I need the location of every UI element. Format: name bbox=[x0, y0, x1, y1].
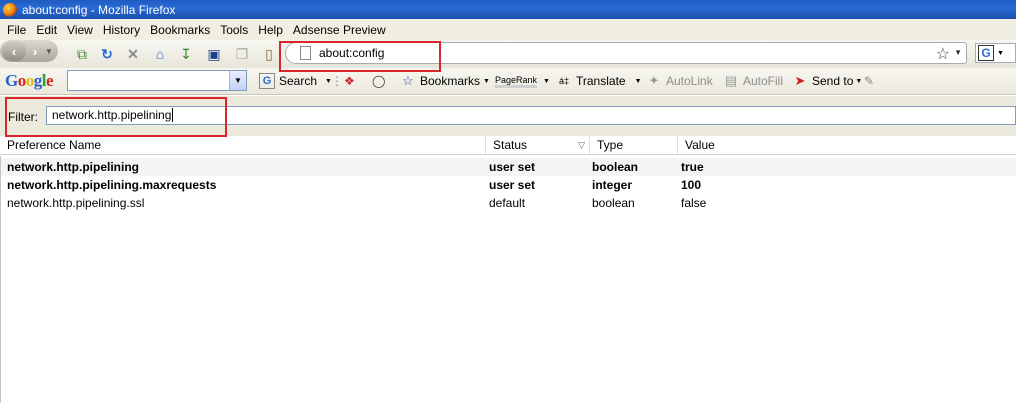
translate-dropdown-icon[interactable]: ▼ bbox=[635, 78, 642, 85]
preference-name-cell: network.http.pipelining bbox=[7, 160, 139, 174]
preference-status-cell: default bbox=[489, 196, 526, 210]
menu-adsense-preview[interactable]: Adsense Preview bbox=[288, 23, 391, 37]
back-forward-group: ‹ › ▼ bbox=[0, 40, 58, 62]
engine-dropdown-icon[interactable]: ▼ bbox=[997, 50, 1004, 57]
bookmarks-button[interactable]: ☆ Bookmarks ▼ bbox=[400, 72, 490, 90]
send-to-icon: ➤ bbox=[794, 73, 806, 88]
google-g-icon: G bbox=[259, 73, 275, 89]
bookmarks-dropdown-icon[interactable]: ▼ bbox=[483, 78, 490, 85]
forward-button[interactable]: › bbox=[26, 44, 44, 59]
paste-icon[interactable]: ▯ bbox=[259, 44, 279, 64]
preference-type-cell: integer bbox=[592, 178, 633, 192]
copy-icon[interactable]: ❐ bbox=[232, 44, 252, 64]
firefox-logo-icon bbox=[3, 2, 17, 17]
menu-bar: File Edit View History Bookmarks Tools H… bbox=[0, 19, 1016, 40]
menu-help[interactable]: Help bbox=[253, 23, 288, 37]
autolink-button[interactable]: ✦ AutoLink bbox=[646, 72, 713, 90]
preference-value-cell: 100 bbox=[681, 178, 702, 192]
table-row[interactable]: network.http.pipelining user set boolean… bbox=[1, 158, 1016, 176]
preferences-table-header: Preference Name Status ▽ Type Value bbox=[0, 136, 1016, 155]
preference-type-cell: boolean bbox=[592, 160, 639, 174]
preference-status-cell: user set bbox=[489, 160, 536, 174]
separator-icon: ⋮ bbox=[331, 74, 343, 88]
autofill-icon: ▤ bbox=[724, 73, 738, 88]
search-engine-box[interactable]: G ▼ bbox=[975, 43, 1016, 63]
table-row[interactable]: network.http.pipelining.maxrequests user… bbox=[1, 176, 1016, 194]
download-icon[interactable]: ↧ bbox=[176, 44, 196, 64]
window-title: about:config - Mozilla Firefox bbox=[22, 2, 176, 17]
autolink-wand-icon: ✦ bbox=[648, 73, 660, 88]
url-highlight-box bbox=[279, 41, 441, 72]
google-logo[interactable]: Google bbox=[5, 71, 54, 91]
google-engine-icon[interactable]: G bbox=[978, 45, 994, 61]
menu-bookmarks[interactable]: Bookmarks bbox=[145, 23, 215, 37]
stop-icon[interactable]: ✕ bbox=[123, 44, 143, 64]
column-header-status-label: Status bbox=[493, 138, 528, 152]
history-dropdown-icon[interactable]: ▼ bbox=[44, 47, 54, 56]
pagerank-dropdown-icon[interactable]: ▼ bbox=[543, 78, 550, 85]
title-bar: about:config - Mozilla Firefox bbox=[0, 0, 1016, 19]
send-to-dropdown-icon[interactable]: ▼ bbox=[855, 78, 862, 85]
column-header-status[interactable]: Status ▽ bbox=[485, 136, 589, 154]
menu-tools[interactable]: Tools bbox=[215, 23, 253, 37]
pagerank-indicator[interactable]: PageRank ▼ bbox=[495, 72, 550, 90]
url-dropdown-icon[interactable]: ▼ bbox=[954, 48, 962, 57]
bookmark-sidebar-icon[interactable]: ▣ bbox=[204, 44, 224, 64]
column-header-type[interactable]: Type bbox=[589, 136, 677, 154]
sort-indicator-icon: ▽ bbox=[578, 140, 585, 150]
autofill-button[interactable]: ▤ AutoFill bbox=[723, 72, 783, 90]
table-row[interactable]: network.http.pipelining.ssl default bool… bbox=[1, 194, 1016, 212]
google-search-combo[interactable]: ▼ bbox=[67, 70, 247, 91]
preference-status-cell: user set bbox=[489, 178, 536, 192]
menu-view[interactable]: View bbox=[62, 23, 98, 37]
star-icon[interactable]: ☆ bbox=[936, 44, 950, 64]
news-icon[interactable]: ❖ bbox=[344, 72, 355, 90]
highlighter-icon[interactable]: ✎ bbox=[864, 72, 874, 90]
preference-name-cell: network.http.pipelining.maxrequests bbox=[7, 178, 217, 192]
column-header-preference-name[interactable]: Preference Name bbox=[0, 136, 485, 154]
preference-value-cell: false bbox=[681, 196, 707, 210]
menu-history[interactable]: History bbox=[98, 23, 145, 37]
home-icon[interactable]: ⌂ bbox=[150, 44, 170, 64]
compass-icon[interactable]: ◯ bbox=[372, 72, 385, 90]
google-search-button[interactable]: G Search ▼ bbox=[259, 72, 332, 90]
preference-type-cell: boolean bbox=[592, 196, 635, 210]
menu-edit[interactable]: Edit bbox=[31, 23, 62, 37]
translate-button[interactable]: á‡ Translate ▼ bbox=[556, 72, 642, 90]
back-button[interactable]: ‹ bbox=[2, 41, 26, 61]
menu-file[interactable]: File bbox=[2, 23, 31, 37]
send-to-button[interactable]: ➤ Send to ▼ bbox=[792, 72, 863, 90]
bookmark-star-icon: ☆ bbox=[402, 73, 414, 88]
filter-highlight-box bbox=[5, 97, 227, 137]
preference-value-cell: true bbox=[681, 160, 704, 174]
translate-icon: á‡ bbox=[558, 76, 569, 86]
new-tab-icon[interactable]: ⧉ bbox=[72, 44, 92, 64]
column-header-value[interactable]: Value bbox=[677, 136, 1016, 154]
preferences-table-body: network.http.pipelining user set boolean… bbox=[0, 156, 1016, 403]
navigation-toolbar: ‹ › ▼ ⧉ ↻ ✕ ⌂ ↧ ▣ ❐ ▯ about:config ☆ ▼ G… bbox=[0, 40, 1016, 68]
reload-icon[interactable]: ↻ bbox=[97, 44, 117, 64]
google-toolbar: Google ▼ G Search ▼ ⋮ ❖ ◯ ☆ Bookmarks ▼ … bbox=[0, 68, 1016, 95]
preference-name-cell: network.http.pipelining.ssl bbox=[7, 196, 145, 210]
chevron-down-icon[interactable]: ▼ bbox=[229, 71, 246, 90]
